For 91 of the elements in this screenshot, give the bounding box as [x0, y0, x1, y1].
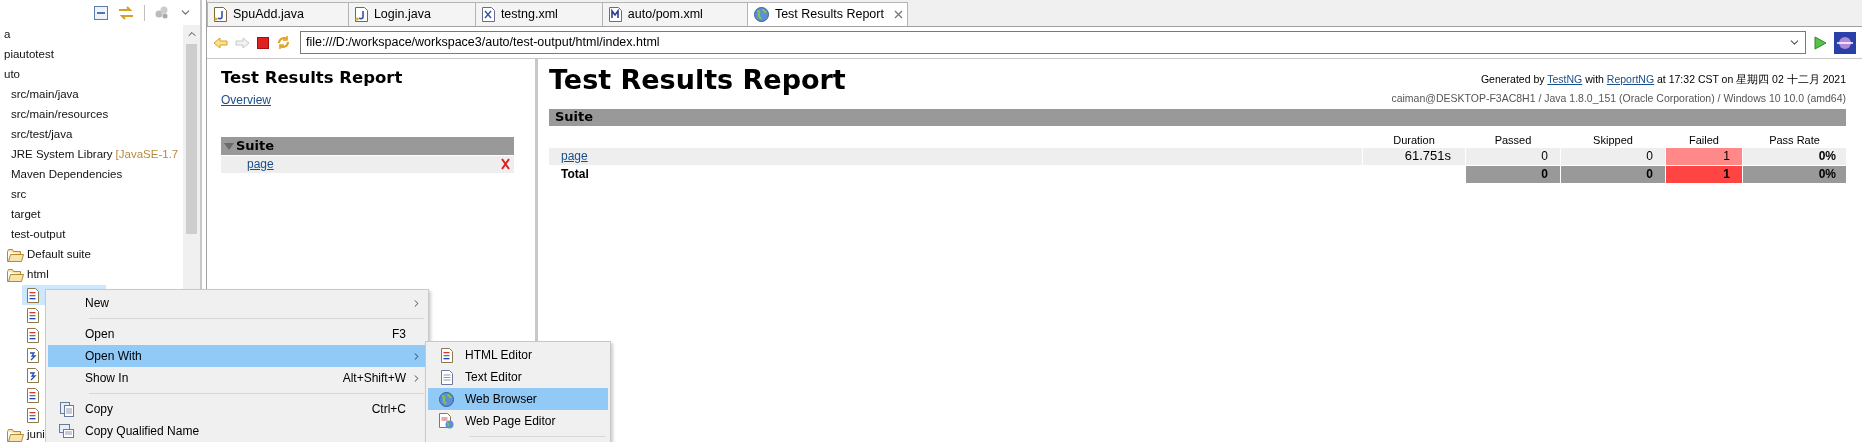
- tree-item[interactable]: piautotest: [4, 46, 54, 64]
- html-file-icon: [27, 387, 39, 403]
- editor-tab[interactable]: Test Results Report: [746, 2, 908, 26]
- tree-item-decoration: [JavaSE-1.7: [115, 147, 179, 163]
- globe-icon: [439, 391, 454, 407]
- html-file-icon: [27, 327, 39, 343]
- tree-item[interactable]: src/test/java: [11, 126, 73, 144]
- suite-header: Suite: [549, 108, 1846, 126]
- shortcut-label: Alt+Shift+W: [342, 370, 406, 387]
- java-file-icon: [214, 7, 227, 22]
- html-file-icon: [27, 287, 39, 303]
- xml-file-icon: [481, 7, 495, 22]
- menu-item[interactable]: Copy Ctrl+C: [48, 398, 426, 420]
- gears-icon[interactable]: [155, 6, 169, 19]
- close-icon[interactable]: [893, 10, 903, 19]
- folder-icon: [7, 428, 24, 442]
- tree-item[interactable]: uto: [4, 66, 20, 84]
- tree-item[interactable]: Default suite: [27, 246, 91, 264]
- column-header: Duration: [1392, 132, 1436, 147]
- total-label: Total: [561, 166, 589, 183]
- link-with-editor-icon[interactable]: [118, 5, 134, 20]
- stop-icon[interactable]: [257, 36, 269, 49]
- tree-item[interactable]: test-output: [11, 226, 66, 244]
- column-header: Pass Rate: [1768, 132, 1821, 147]
- editor-tab[interactable]: auto/pom.xml: [601, 2, 748, 26]
- testng-link[interactable]: TestNG: [1547, 73, 1583, 85]
- tree-item[interactable]: src/main/resources: [11, 106, 109, 124]
- system-info: caiman@DESKTOP-F3AC8H1 / Java 1.8.0_151 (Oracle Corporation) / Windows 10 10.0 (amd64): [1391, 90, 1846, 106]
- menu-item[interactable]: Copy Qualified Name: [48, 420, 426, 442]
- menu-item[interactable]: Web Browser: [428, 388, 608, 410]
- folder-icon: [7, 268, 24, 282]
- shortcut-label: Ctrl+C: [371, 401, 406, 418]
- tree-item[interactable]: Maven Dependencies: [11, 166, 123, 184]
- maven-file-icon: [608, 7, 622, 22]
- test-link[interactable]: page: [561, 147, 588, 165]
- folder-icon: [7, 248, 24, 262]
- url-field[interactable]: file:///D:/workspace/workspace3/auto/test-output/html/index.html: [300, 31, 1806, 54]
- tree-item[interactable]: src/main/java: [11, 86, 79, 104]
- tree-item[interactable]: src: [11, 186, 27, 204]
- table-cell: 1: [1666, 165, 1742, 183]
- tree-item[interactable]: target: [11, 206, 41, 224]
- go-icon[interactable]: [1813, 35, 1827, 50]
- collapse-all-icon[interactable]: [94, 5, 108, 20]
- globe-icon[interactable]: [1834, 31, 1856, 54]
- editor-tab[interactable]: testng.xml: [474, 2, 603, 26]
- menu-item[interactable]: HTML Editor: [428, 344, 608, 366]
- java-file-icon: [354, 7, 368, 22]
- html-file-icon: [27, 407, 39, 423]
- generated-info: Generated by TestNG with ReportNG at 17:32 CST on 星期四 02 十二月 2021: [1480, 72, 1846, 87]
- table-cell: 0: [1466, 165, 1560, 183]
- copy-qualified-name-icon: [59, 424, 74, 438]
- column-header: Skipped: [1592, 132, 1634, 147]
- tree-item[interactable]: juni: [27, 426, 45, 442]
- column-header: Passed: [1493, 132, 1533, 147]
- tree-item[interactable]: html: [27, 266, 49, 284]
- editor-tab[interactable]: Login.java: [347, 2, 476, 26]
- table-cell: 0: [1561, 165, 1665, 183]
- menu-item[interactable]: Open With: [48, 345, 426, 367]
- overview-link[interactable]: Overview: [221, 92, 271, 107]
- web-page-file-icon: [439, 413, 454, 429]
- table-cell: 1: [1666, 147, 1742, 165]
- menu-item[interactable]: New: [48, 292, 426, 314]
- table-cell: 0%: [1743, 165, 1846, 183]
- text-file-icon: [440, 369, 453, 385]
- copy-icon: [59, 401, 74, 417]
- shortcut-label: F3: [392, 326, 406, 343]
- suite-header[interactable]: Suite: [221, 136, 514, 155]
- globe-icon: [753, 7, 769, 22]
- duration-cell: 61.751s: [1363, 147, 1465, 165]
- menu-item[interactable]: Open F3: [48, 323, 426, 345]
- column-header: Failed: [1688, 132, 1720, 147]
- html-file-icon: [440, 347, 453, 363]
- editor-tab[interactable]: SpuAdd.java: [207, 2, 349, 26]
- test-link[interactable]: page: [247, 155, 501, 174]
- menu-item[interactable]: Text Editor: [428, 366, 608, 388]
- table-cell: 0%: [1743, 147, 1846, 165]
- menu-item[interactable]: Show In Alt+Shift+W: [48, 367, 426, 389]
- html-file-icon: [27, 307, 39, 323]
- table-cell: 0: [1561, 147, 1665, 165]
- menu-item[interactable]: Web Page Editor: [428, 410, 608, 432]
- refresh-icon[interactable]: [276, 35, 291, 50]
- table-cell: 0: [1466, 147, 1560, 165]
- scrollbar-thumb[interactable]: [186, 44, 197, 234]
- report-title: Test Results Report: [221, 67, 404, 89]
- reportng-link[interactable]: ReportNG: [1606, 73, 1655, 85]
- script-file-icon: [27, 367, 39, 383]
- expanded-triangle-icon: [224, 140, 234, 151]
- script-file-icon: [27, 347, 39, 363]
- tree-item[interactable]: JRE System Library: [11, 146, 113, 164]
- tree-item[interactable]: a: [4, 26, 11, 44]
- report-heading: Test Results Report: [549, 63, 846, 97]
